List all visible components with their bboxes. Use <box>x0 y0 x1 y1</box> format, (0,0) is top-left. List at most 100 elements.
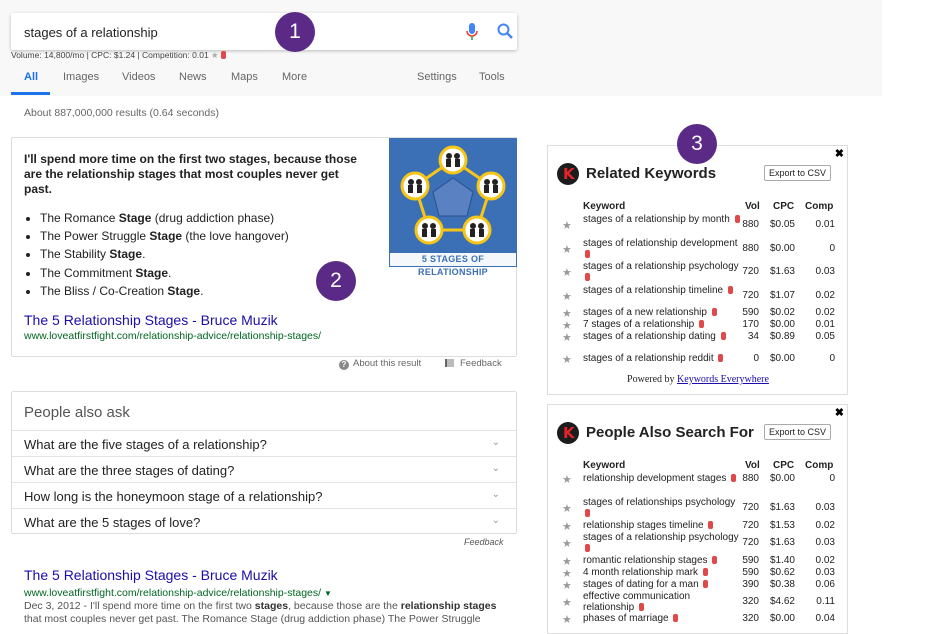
star-icon[interactable]: ★ <box>562 473 572 486</box>
keyword-comp: 0.02 <box>815 555 835 566</box>
database-icon <box>718 354 724 362</box>
tab-images[interactable]: Images <box>63 71 99 83</box>
close-icon[interactable]: ✖ <box>835 406 844 419</box>
tab-tools[interactable]: Tools <box>479 71 505 83</box>
star-icon[interactable]: ★ <box>562 290 572 303</box>
keyword-text: stages of dating for a man <box>583 579 743 590</box>
keyword-comp: 0.02 <box>815 307 835 318</box>
keyword-comp: 0 <box>829 243 835 254</box>
star-icon[interactable]: ★ <box>562 579 572 592</box>
database-icon <box>727 286 733 294</box>
keyword-text: romantic relationship stages <box>583 555 743 566</box>
snippet-image[interactable]: 5 STAGES OF RELATIONSHIP <box>389 138 517 277</box>
snippet-feedback[interactable]: Feedback <box>445 358 502 369</box>
snippet-url: www.loveatfirstfight.com/relationship-ad… <box>24 330 322 342</box>
keyword-metrics: Volume: 14,800/mo | CPC: $1.24 | Competi… <box>11 50 226 61</box>
paa-question[interactable]: What are the 5 stages of love? ⌄ <box>12 508 516 534</box>
callout-badge-3: 3 <box>677 124 717 164</box>
database-icon <box>585 544 590 552</box>
star-icon[interactable]: ★ <box>562 331 572 344</box>
star-icon[interactable]: ★ <box>562 613 572 626</box>
search-icon[interactable] <box>497 23 513 39</box>
keyword-comp: 0.02 <box>815 520 835 531</box>
snippet-list-item: The Stability Stage. <box>40 245 380 263</box>
database-icon <box>711 308 717 316</box>
keyword-vol: 320 <box>742 613 759 624</box>
keyword-cpc: $0.05 <box>769 219 795 230</box>
keyword-text: effective communication relationship <box>583 591 691 613</box>
dropdown-arrow-icon[interactable]: ▼ <box>324 589 332 598</box>
star-icon[interactable]: ★ <box>562 243 572 256</box>
keyword-vol: 320 <box>742 596 759 607</box>
snippet-lead: I'll spend more time on the first two st… <box>24 152 357 196</box>
close-icon[interactable]: ✖ <box>835 147 844 160</box>
people-also-search-panel: ✖ K People Also Search For Export to CSV… <box>547 404 848 634</box>
keyword-cpc: $0.00 <box>769 613 795 624</box>
col-vol: Vol <box>745 460 760 471</box>
paa-question[interactable]: What are the three stages of dating? ⌄ <box>12 456 516 482</box>
paa-question[interactable]: What are the five stages of a relationsh… <box>12 430 516 456</box>
tab-settings[interactable]: Settings <box>417 71 457 83</box>
keyword-text: 7 stages of a relationship <box>583 319 743 330</box>
snippet-title-link[interactable]: The 5 Relationship Stages - Bruce Muzik <box>24 312 278 328</box>
star-icon[interactable]: ★ <box>562 537 572 550</box>
search-input[interactable]: stages of a relationship <box>24 25 158 40</box>
database-icon <box>731 474 737 482</box>
result-description: Dec 3, 2012 - I'll spend more time on th… <box>24 600 497 625</box>
keyword-cpc: $0.00 <box>769 353 795 364</box>
keyword-cpc: $0.00 <box>769 319 795 330</box>
tab-videos[interactable]: Videos <box>122 71 155 83</box>
star-icon[interactable]: ★ <box>562 266 572 279</box>
star-icon[interactable]: ★ <box>211 50 219 60</box>
search-box[interactable]: stages of a relationship <box>11 13 517 50</box>
keyword-vol: 170 <box>742 319 759 330</box>
keyword-text: stages of a relationship dating <box>583 331 743 342</box>
keyword-comp: 0 <box>829 473 835 484</box>
keyword-comp: 0.03 <box>815 567 835 578</box>
about-this-result[interactable]: ? About this result <box>339 358 421 370</box>
database-icon <box>703 580 709 588</box>
keyword-vol: 390 <box>742 579 759 590</box>
tab-more[interactable]: More <box>282 71 307 83</box>
keywords-everywhere-link[interactable]: Keywords Everywhere <box>677 374 769 385</box>
keyword-vol: 34 <box>747 331 759 342</box>
keyword-comp: 0.11 <box>816 596 835 607</box>
database-icon <box>708 521 714 529</box>
keyword-vol: 720 <box>742 502 759 513</box>
export-csv-button[interactable]: Export to CSV <box>764 165 832 181</box>
keyword-cpc: $0.38 <box>769 579 795 590</box>
database-icon <box>698 320 704 328</box>
keyword-text: stages of a relationship psychology <box>583 532 743 554</box>
keyword-vol: 590 <box>742 555 759 566</box>
result-title-link[interactable]: The 5 Relationship Stages - Bruce Muzik <box>24 567 278 583</box>
database-icon <box>712 556 718 564</box>
snippet-list-item: The Romance Stage (drug addiction phase) <box>40 209 380 227</box>
star-icon[interactable]: ★ <box>562 353 572 366</box>
tab-news[interactable]: News <box>179 71 207 83</box>
paa-feedback[interactable]: Feedback <box>464 537 504 547</box>
database-icon <box>702 568 708 576</box>
keyword-cpc: $0.62 <box>769 567 795 578</box>
result-stats: About 887,000,000 results (0.64 seconds) <box>24 107 219 119</box>
tab-maps[interactable]: Maps <box>231 71 258 83</box>
database-icon <box>585 250 590 258</box>
keyword-text: stages of a relationship psychology <box>583 261 743 283</box>
keyword-text: relationship development stages <box>583 473 743 484</box>
star-icon[interactable]: ★ <box>562 520 572 533</box>
star-icon[interactable]: ★ <box>562 219 572 232</box>
keywords-everywhere-logo: K <box>557 422 579 444</box>
microphone-icon[interactable] <box>466 23 478 41</box>
tab-all[interactable]: All <box>24 71 38 83</box>
related-keywords-panel: ✖ K Related Keywords Export to CSV Keywo… <box>547 124 848 395</box>
chevron-down-icon: ⌄ <box>491 463 500 474</box>
star-icon[interactable]: ★ <box>562 596 572 609</box>
paa-question[interactable]: How long is the honeymoon stage of a rel… <box>12 482 516 508</box>
keyword-cpc: $1.63 <box>769 537 795 548</box>
chevron-down-icon: ⌄ <box>491 437 500 448</box>
star-icon[interactable]: ★ <box>562 502 572 515</box>
keyword-comp: 0.03 <box>815 266 835 277</box>
keyword-text: phases of marriage <box>583 613 743 624</box>
export-csv-button[interactable]: Export to CSV <box>764 424 832 440</box>
col-vol: Vol <box>745 201 760 212</box>
keyword-vol: 590 <box>742 307 759 318</box>
